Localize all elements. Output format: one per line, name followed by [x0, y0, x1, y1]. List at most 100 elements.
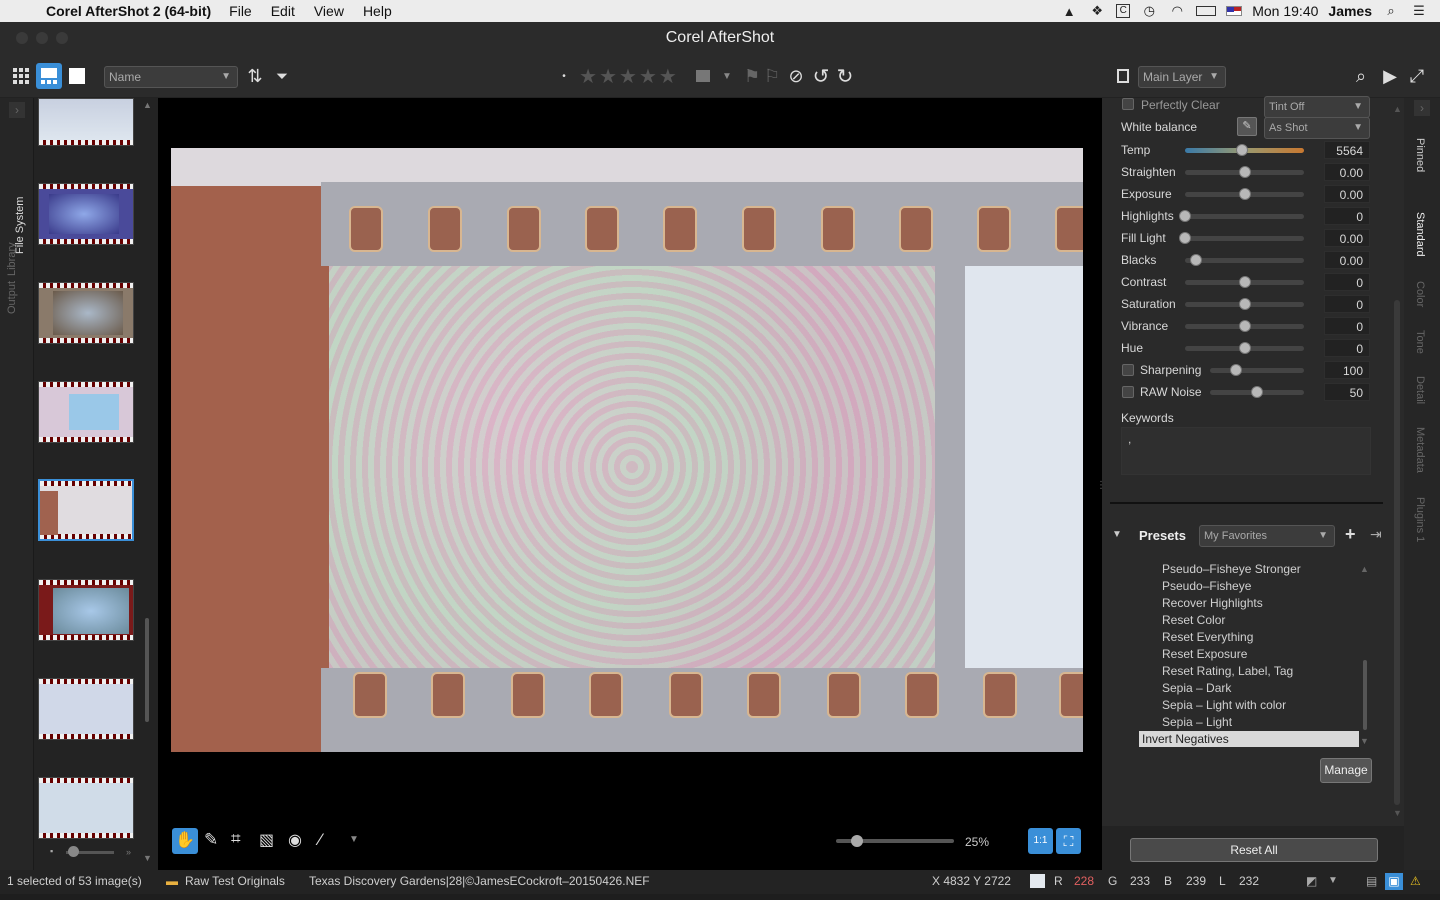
- saturation-value[interactable]: 0: [1324, 295, 1370, 313]
- no-flag-icon[interactable]: ⊘: [786, 54, 806, 98]
- color-label-icon[interactable]: [694, 54, 712, 98]
- scroll-up-icon[interactable]: ▲: [1393, 104, 1402, 114]
- user-name[interactable]: James: [1328, 3, 1372, 19]
- thumb-size-knob[interactable]: [68, 846, 79, 857]
- vibrance-value[interactable]: 0: [1324, 317, 1370, 335]
- blacks-knob[interactable]: [1189, 254, 1202, 266]
- hand-tool-icon[interactable]: ✋: [172, 828, 198, 854]
- panel-scrollbar[interactable]: [1394, 300, 1400, 805]
- hue-knob[interactable]: [1238, 342, 1251, 354]
- tab-detail[interactable]: Detail: [1414, 376, 1426, 404]
- blacks-track[interactable]: [1185, 258, 1304, 263]
- actual-size-icon[interactable]: 1:1: [1028, 828, 1053, 854]
- rotate-right-icon[interactable]: ↻: [834, 54, 856, 98]
- tab-plugins[interactable]: Plugins 1: [1414, 497, 1426, 542]
- exposure-value[interactable]: 0.00: [1324, 185, 1370, 203]
- clock[interactable]: Mon 19:40: [1252, 3, 1318, 19]
- flag-icon[interactable]: [1226, 6, 1243, 16]
- hue-value[interactable]: 0: [1324, 339, 1370, 357]
- menu-view[interactable]: View: [314, 3, 344, 19]
- highlights-knob[interactable]: [1179, 210, 1191, 222]
- large-thumb-icon[interactable]: »: [126, 847, 131, 857]
- clear-rating-dot[interactable]: •: [560, 54, 568, 98]
- tab-metadata[interactable]: Metadata: [1414, 427, 1426, 473]
- thumbnail[interactable]: [38, 381, 134, 443]
- preset-item[interactable]: Pseudo–Fisheye Stronger: [1162, 562, 1301, 576]
- chevron-down-icon[interactable]: ▼: [720, 54, 734, 98]
- dropbox-icon[interactable]: ❖: [1088, 3, 1106, 19]
- preset-item[interactable]: Recover Highlights: [1162, 596, 1263, 610]
- wifi-icon[interactable]: ◠: [1168, 3, 1186, 19]
- manage-presets-button[interactable]: Manage: [1320, 758, 1372, 783]
- layout-icon[interactable]: ▤: [1366, 870, 1377, 892]
- highlights-value[interactable]: 0: [1324, 207, 1370, 225]
- thumbnail[interactable]: [38, 777, 134, 839]
- expand-right-icon[interactable]: ›: [1414, 100, 1430, 116]
- warning-icon[interactable]: ⚠: [1410, 870, 1421, 892]
- fullscreen-icon[interactable]: ⤢: [1406, 54, 1428, 98]
- preview-image[interactable]: [171, 148, 1083, 752]
- flag-reject-icon[interactable]: ⚐: [764, 54, 780, 98]
- scroll-down-icon[interactable]: ▼: [1393, 808, 1402, 818]
- keywords-input[interactable]: ,: [1121, 427, 1371, 475]
- fit-screen-icon[interactable]: ⛶: [1056, 828, 1081, 854]
- minimize-window-icon[interactable]: [36, 32, 48, 44]
- tab-color[interactable]: Color: [1414, 281, 1426, 307]
- menu-file[interactable]: File: [229, 3, 252, 19]
- preset-item-selected[interactable]: Invert Negatives: [1139, 731, 1359, 747]
- fill-light-value[interactable]: 0.00: [1324, 229, 1370, 247]
- thumbnail[interactable]: [38, 183, 134, 245]
- redeye-icon[interactable]: ◉: [288, 830, 302, 850]
- c-app-icon[interactable]: C: [1116, 4, 1131, 18]
- exposure-knob[interactable]: [1238, 188, 1251, 200]
- drive-icon[interactable]: ▲: [1060, 4, 1078, 19]
- highlights-track[interactable]: [1185, 214, 1304, 219]
- small-thumb-icon[interactable]: ▪: [50, 846, 53, 856]
- fill-light-track[interactable]: [1185, 236, 1304, 241]
- reset-all-button[interactable]: Reset All: [1130, 838, 1378, 862]
- wb-eyedropper-icon[interactable]: ✎: [1237, 117, 1257, 136]
- fill-light-knob[interactable]: [1179, 232, 1191, 244]
- tab-pinned[interactable]: Pinned: [1414, 138, 1426, 172]
- scroll-down-icon[interactable]: ▼: [1360, 736, 1369, 746]
- sharpening-value[interactable]: 100: [1324, 361, 1370, 379]
- tab-standard[interactable]: Standard: [1414, 212, 1426, 257]
- saturation-knob[interactable]: [1238, 298, 1251, 310]
- tab-output[interactable]: Output: [6, 281, 18, 314]
- filter-icon[interactable]: ⏷: [272, 54, 292, 98]
- brush-icon[interactable]: ⁄: [319, 830, 322, 850]
- list-icon[interactable]: ☰: [1410, 3, 1428, 19]
- time-machine-icon[interactable]: ◷: [1140, 3, 1158, 19]
- flag-pick-icon[interactable]: ⚑: [744, 54, 760, 98]
- app-menu[interactable]: Corel AfterShot 2 (64-bit): [46, 3, 211, 19]
- search-icon[interactable]: ⌕: [1350, 54, 1372, 98]
- tag-icon[interactable]: ◩: [1306, 870, 1317, 892]
- eyedropper-icon[interactable]: ✎: [204, 830, 218, 850]
- thumbnail-selected[interactable]: [38, 479, 134, 541]
- white-balance-select[interactable]: As Shot ▼: [1264, 117, 1370, 139]
- grid-view-icon[interactable]: [10, 54, 32, 98]
- panel-resize-handle[interactable]: ⋮: [1096, 480, 1106, 491]
- single-view-icon[interactable]: [68, 54, 86, 98]
- thumbnail[interactable]: [38, 282, 134, 344]
- preset-item[interactable]: Reset Rating, Label, Tag: [1162, 664, 1293, 678]
- scroll-up-icon[interactable]: ▲: [143, 100, 152, 110]
- sharpening-track[interactable]: [1210, 368, 1304, 373]
- close-window-icon[interactable]: [16, 32, 28, 44]
- copy-settings-icon[interactable]: [1114, 54, 1132, 98]
- preset-item[interactable]: Reset Color: [1162, 613, 1225, 627]
- blacks-value[interactable]: 0.00: [1324, 251, 1370, 269]
- zoom-slider-knob[interactable]: [851, 835, 863, 847]
- straighten-knob[interactable]: [1238, 166, 1251, 178]
- raw-noise-knob[interactable]: [1251, 386, 1263, 398]
- preset-item[interactable]: Reset Exposure: [1162, 647, 1247, 661]
- straighten-icon[interactable]: ▧: [259, 830, 274, 850]
- search-icon[interactable]: ⌕: [1382, 3, 1400, 19]
- menu-help[interactable]: Help: [363, 3, 392, 19]
- zoom-window-icon[interactable]: [56, 32, 68, 44]
- presets-select[interactable]: My Favorites ▼: [1199, 525, 1335, 547]
- thumbnail[interactable]: [38, 678, 134, 740]
- crop-icon[interactable]: ⌗: [231, 829, 241, 849]
- scroll-up-icon[interactable]: ▲: [1360, 564, 1369, 574]
- filmstrip-view-icon[interactable]: [36, 63, 62, 89]
